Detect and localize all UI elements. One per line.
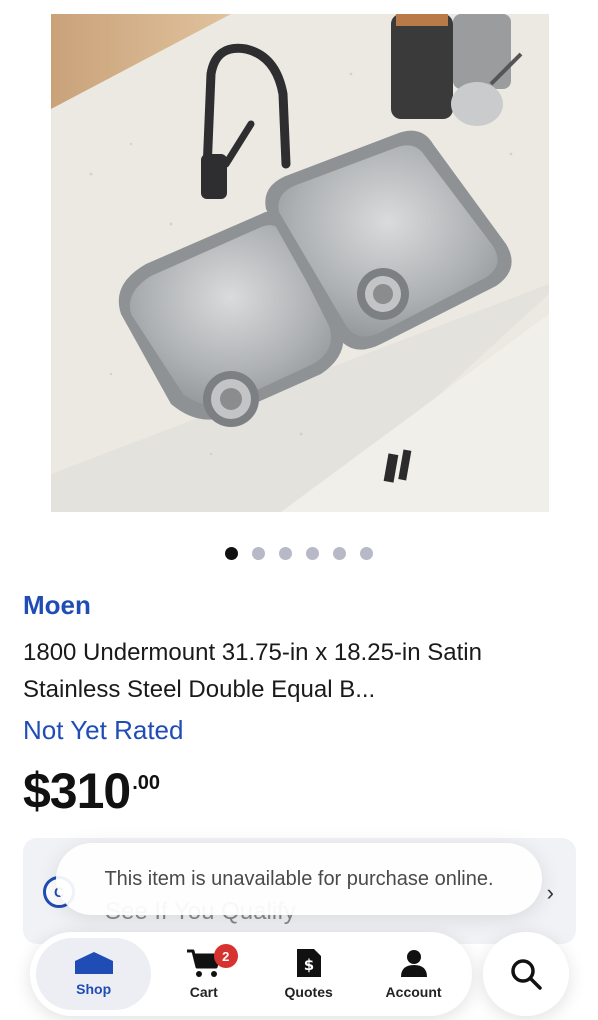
price-main: $310 [23,763,131,819]
price-cents: .00 [132,772,161,794]
pager-dot[interactable] [333,547,346,560]
search-icon [511,959,542,990]
pager-dot[interactable] [252,547,265,560]
person-icon [400,950,427,977]
tab-label: Account [385,984,442,1000]
search-button[interactable] [483,932,569,1016]
product-image[interactable] [51,14,549,512]
tab-label: Quotes [284,984,333,1000]
pager-dot[interactable] [360,547,373,560]
pager-dot[interactable] [306,547,319,560]
price: $310 .00 [23,762,160,820]
sink-photo [51,14,549,512]
rating-link[interactable]: Not Yet Rated [23,715,183,746]
brand-link[interactable]: Moen [23,590,91,621]
product-title: 1800 Undermount 31.75-in x 18.25-in Sati… [23,639,482,703]
toast-message: This item is unavailable for purchase on… [104,867,494,890]
chevron-right-icon: › [546,880,554,905]
svg-text:$: $ [303,956,313,974]
pager-dot-active[interactable] [225,547,238,560]
bottom-tab-bar: Shop 2 Cart $ Quotes Account [30,932,472,1016]
tab-label: Shop [76,981,112,997]
home-icon [74,952,113,974]
unavailable-toast: This item is unavailable for purchase on… [56,843,542,915]
tab-quotes[interactable]: $ Quotes [256,938,361,1010]
quote-document-icon: $ [296,949,321,977]
cart-count-badge: 2 [213,944,238,968]
tab-label: Cart [189,984,218,1000]
pager-dot[interactable] [279,547,292,560]
tab-shop[interactable]: Shop [36,938,152,1010]
image-pager[interactable] [0,547,598,560]
tab-cart[interactable]: 2 Cart [151,938,256,1010]
tab-account[interactable]: Account [361,938,466,1010]
